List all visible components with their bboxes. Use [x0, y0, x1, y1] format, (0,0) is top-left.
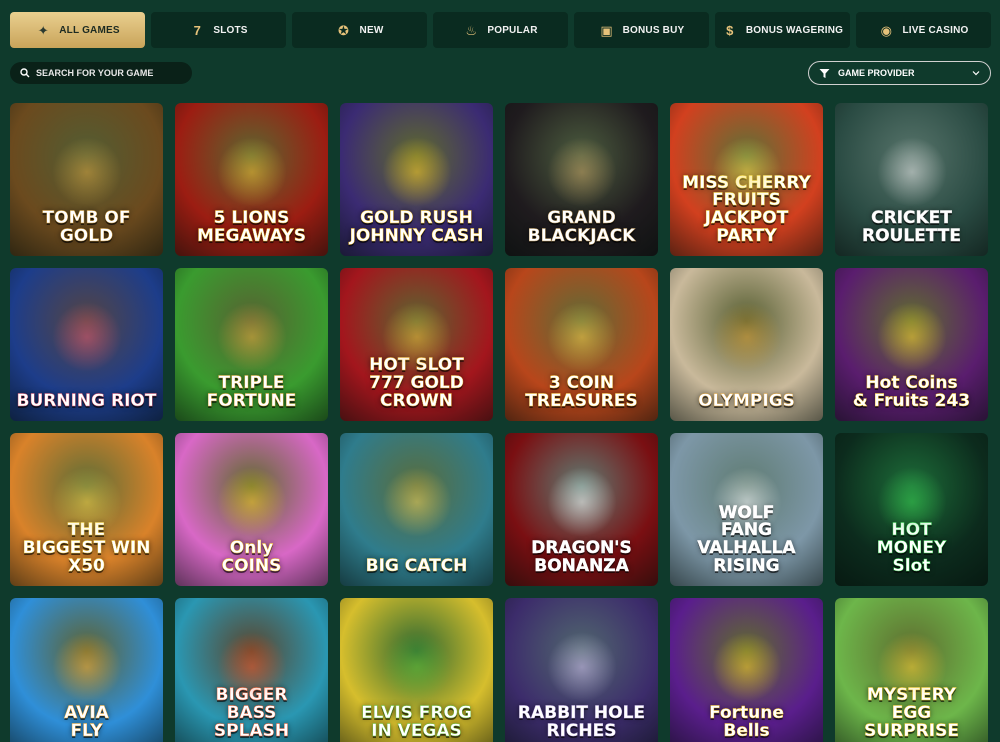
game-title: ELVIS FROG IN VEGAS — [361, 703, 472, 742]
game-art — [216, 136, 287, 207]
game-art — [711, 631, 782, 702]
game-title: BURNING RIOT — [16, 391, 157, 412]
game-card[interactable]: TOMB OF GOLD — [10, 103, 163, 256]
game-title: Only COINS — [221, 538, 282, 577]
tab-bonus-wagering[interactable]: $ BONUS WAGERING — [715, 12, 850, 48]
tab-label: BONUS BUY — [622, 24, 685, 36]
tab-slots[interactable]: 7 SLOTS — [151, 12, 286, 48]
game-card[interactable]: MISS CHERRY FRUITS JACKPOT PARTY — [670, 103, 823, 256]
game-art — [51, 136, 122, 207]
game-card[interactable]: AVIA FLY — [10, 598, 163, 742]
game-title: BIG CATCH — [365, 556, 468, 577]
game-art — [216, 466, 287, 537]
tab-new[interactable]: ✪ NEW — [292, 12, 427, 48]
game-card[interactable]: Fortune Bells — [670, 598, 823, 742]
game-title: CRICKET ROULETTE — [862, 208, 961, 247]
chevron-down-icon — [972, 71, 980, 76]
game-title: GOLD RUSH JOHNNY CASH — [349, 208, 484, 247]
game-card[interactable]: TRIPLE FORTUNE — [175, 268, 328, 421]
game-title: 3 COIN TREASURES — [525, 373, 638, 412]
game-art — [381, 631, 452, 702]
game-title: GRAND BLACKJACK — [527, 208, 636, 247]
gift-icon: ▣ — [600, 22, 613, 38]
search-input[interactable] — [36, 68, 186, 78]
game-provider-dropdown[interactable]: GAME PROVIDER — [808, 61, 991, 85]
game-art — [381, 136, 452, 207]
game-title: Hot Coins & Fruits 243 — [852, 373, 971, 412]
category-tabs: ✦ ALL GAMES 7 SLOTS ✪ NEW ♨ POPULAR ▣ BONUS BUY $ B… — [10, 12, 991, 48]
game-card[interactable]: HOT MONEY Slot — [835, 433, 988, 586]
game-card[interactable]: 3 COIN TREASURES — [505, 268, 658, 421]
game-card[interactable]: WOLF FANG VALHALLA RISING — [670, 433, 823, 586]
dollar-coin-icon: $ — [726, 22, 734, 38]
slot-machine-icon: ✦ — [37, 22, 49, 38]
game-art — [876, 301, 947, 372]
game-title: Fortune Bells — [709, 703, 784, 742]
game-card[interactable]: BIGGER BASS SPLASH — [175, 598, 328, 742]
game-card[interactable]: RABBIT HOLE RICHES — [505, 598, 658, 742]
flame-icon: ♨ — [465, 22, 478, 38]
game-art — [546, 136, 617, 207]
game-card[interactable]: 5 LIONS MEGAWAYS — [175, 103, 328, 256]
game-art — [51, 466, 122, 537]
game-card[interactable]: THE BIGGEST WIN X50 — [10, 433, 163, 586]
game-card[interactable]: GRAND BLACKJACK — [505, 103, 658, 256]
tab-live-casino[interactable]: ◉ LIVE CASINO — [856, 12, 991, 48]
game-card[interactable]: MYSTERY EGG SURPRISE — [835, 598, 988, 742]
games-grid: TOMB OF GOLD 5 LIONS MEGAWAYS GOLD RUSH JO… — [10, 103, 988, 742]
game-art — [876, 466, 947, 537]
game-title: TRIPLE FORTUNE — [206, 373, 297, 412]
game-art — [711, 466, 782, 537]
game-art — [216, 631, 287, 702]
game-card[interactable]: BURNING RIOT — [10, 268, 163, 421]
game-art — [876, 136, 947, 207]
live-icon: ◉ — [880, 22, 893, 38]
search-icon — [20, 68, 30, 78]
game-card[interactable]: DRAGON'S BONANZA — [505, 433, 658, 586]
game-card[interactable]: Hot Coins & Fruits 243 — [835, 268, 988, 421]
tab-bonus-buy[interactable]: ▣ BONUS BUY — [574, 12, 709, 48]
game-title: RABBIT HOLE RICHES — [517, 703, 646, 742]
search-bar[interactable] — [10, 62, 192, 84]
game-card[interactable]: ELVIS FROG IN VEGAS — [340, 598, 493, 742]
game-art — [51, 301, 122, 372]
tab-label: BONUS WAGERING — [745, 24, 844, 36]
game-art — [711, 301, 782, 372]
game-card[interactable]: BIG CATCH — [340, 433, 493, 586]
game-art — [546, 301, 617, 372]
game-art — [381, 301, 452, 372]
game-art — [546, 466, 617, 537]
game-art — [216, 301, 287, 372]
game-title: OLYMPIGS — [698, 391, 795, 412]
triple-seven-icon: 7 — [193, 22, 202, 38]
game-card[interactable]: Only COINS — [175, 433, 328, 586]
game-title: AVIA FLY — [64, 703, 109, 742]
tab-label: LIVE CASINO — [902, 24, 969, 36]
tab-label: POPULAR — [487, 24, 538, 36]
game-card[interactable]: CRICKET ROULETTE — [835, 103, 988, 256]
game-art — [51, 631, 122, 702]
game-title: DRAGON'S BONANZA — [531, 538, 632, 577]
game-art — [546, 631, 617, 702]
filter-icon — [819, 68, 830, 78]
game-art — [381, 466, 452, 537]
game-art — [711, 136, 782, 207]
tab-label: SLOTS — [213, 24, 248, 36]
game-card[interactable]: GOLD RUSH JOHNNY CASH — [340, 103, 493, 256]
new-badge-icon: ✪ — [337, 22, 350, 38]
tab-label: ALL GAMES — [59, 24, 120, 36]
game-title: 5 LIONS MEGAWAYS — [197, 208, 306, 247]
tab-all-games[interactable]: ✦ ALL GAMES — [10, 12, 145, 48]
game-art — [876, 631, 947, 702]
tab-label: NEW — [359, 24, 384, 36]
game-title: TOMB OF GOLD — [42, 208, 131, 247]
tab-popular[interactable]: ♨ POPULAR — [433, 12, 568, 48]
game-provider-label: GAME PROVIDER — [838, 68, 915, 78]
game-card[interactable]: HOT SLOT 777 GOLD CROWN — [340, 268, 493, 421]
game-card[interactable]: OLYMPIGS — [670, 268, 823, 421]
